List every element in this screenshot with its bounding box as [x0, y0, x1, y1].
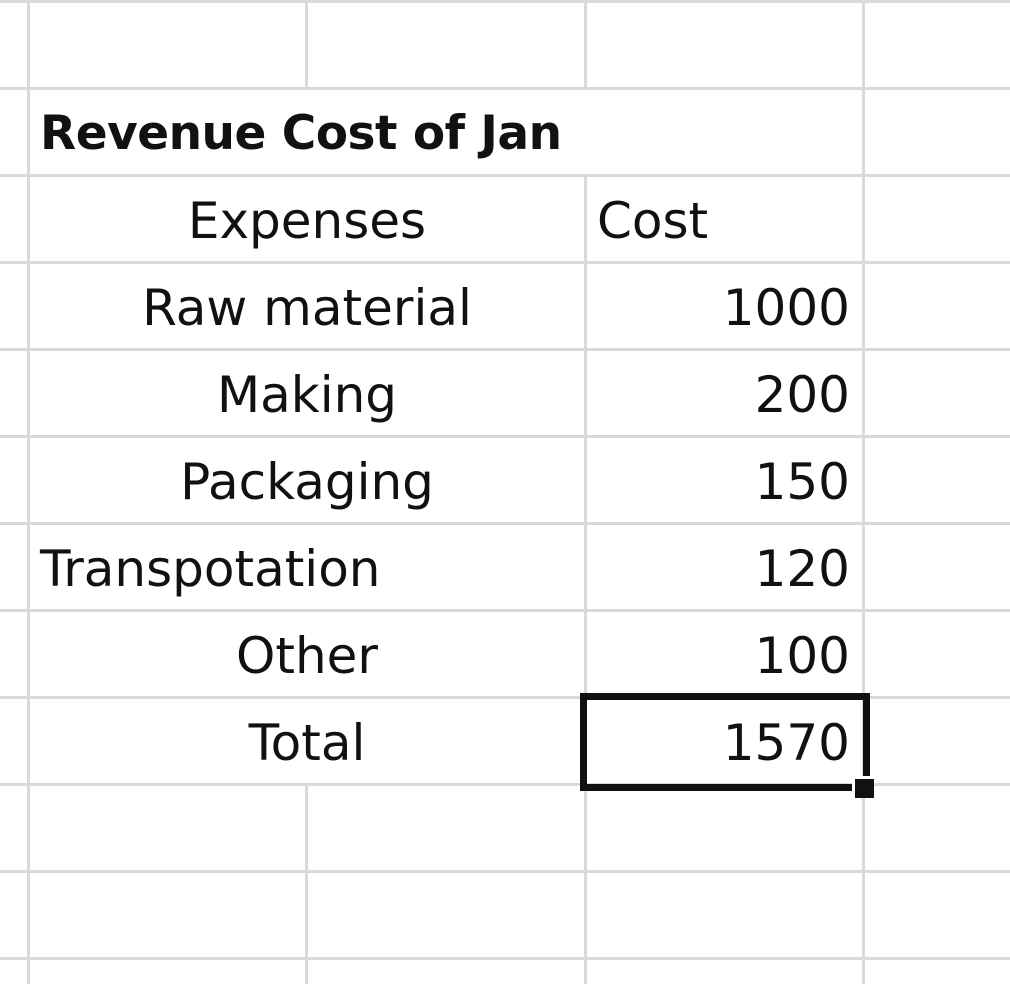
- expense-value[interactable]: 100: [587, 612, 862, 699]
- gridline-horizontal: [0, 0, 1010, 3]
- expense-value[interactable]: 120: [587, 525, 862, 612]
- expense-value[interactable]: 200: [587, 351, 862, 438]
- gridline-vertical: [862, 0, 865, 984]
- active-cell-selection[interactable]: [580, 693, 870, 791]
- expense-value[interactable]: 1000: [587, 264, 862, 351]
- sheet-title[interactable]: Revenue Cost of Jan: [30, 90, 630, 177]
- expense-value[interactable]: 150: [587, 438, 862, 525]
- fill-handle[interactable]: [852, 776, 874, 798]
- spreadsheet-grid[interactable]: Revenue Cost of Jan Expenses Cost Raw ma…: [0, 0, 1010, 984]
- expense-label[interactable]: Packaging: [30, 438, 584, 525]
- expense-label[interactable]: Raw material: [30, 264, 584, 351]
- header-expenses[interactable]: Expenses: [30, 177, 584, 264]
- expense-label[interactable]: Transpotation: [30, 525, 584, 612]
- gridline-horizontal: [0, 957, 1010, 960]
- expense-label[interactable]: Making: [30, 351, 584, 438]
- expense-label[interactable]: Other: [30, 612, 584, 699]
- total-label[interactable]: Total: [30, 699, 584, 786]
- gridline-horizontal: [0, 870, 1010, 873]
- header-cost[interactable]: Cost: [587, 177, 862, 264]
